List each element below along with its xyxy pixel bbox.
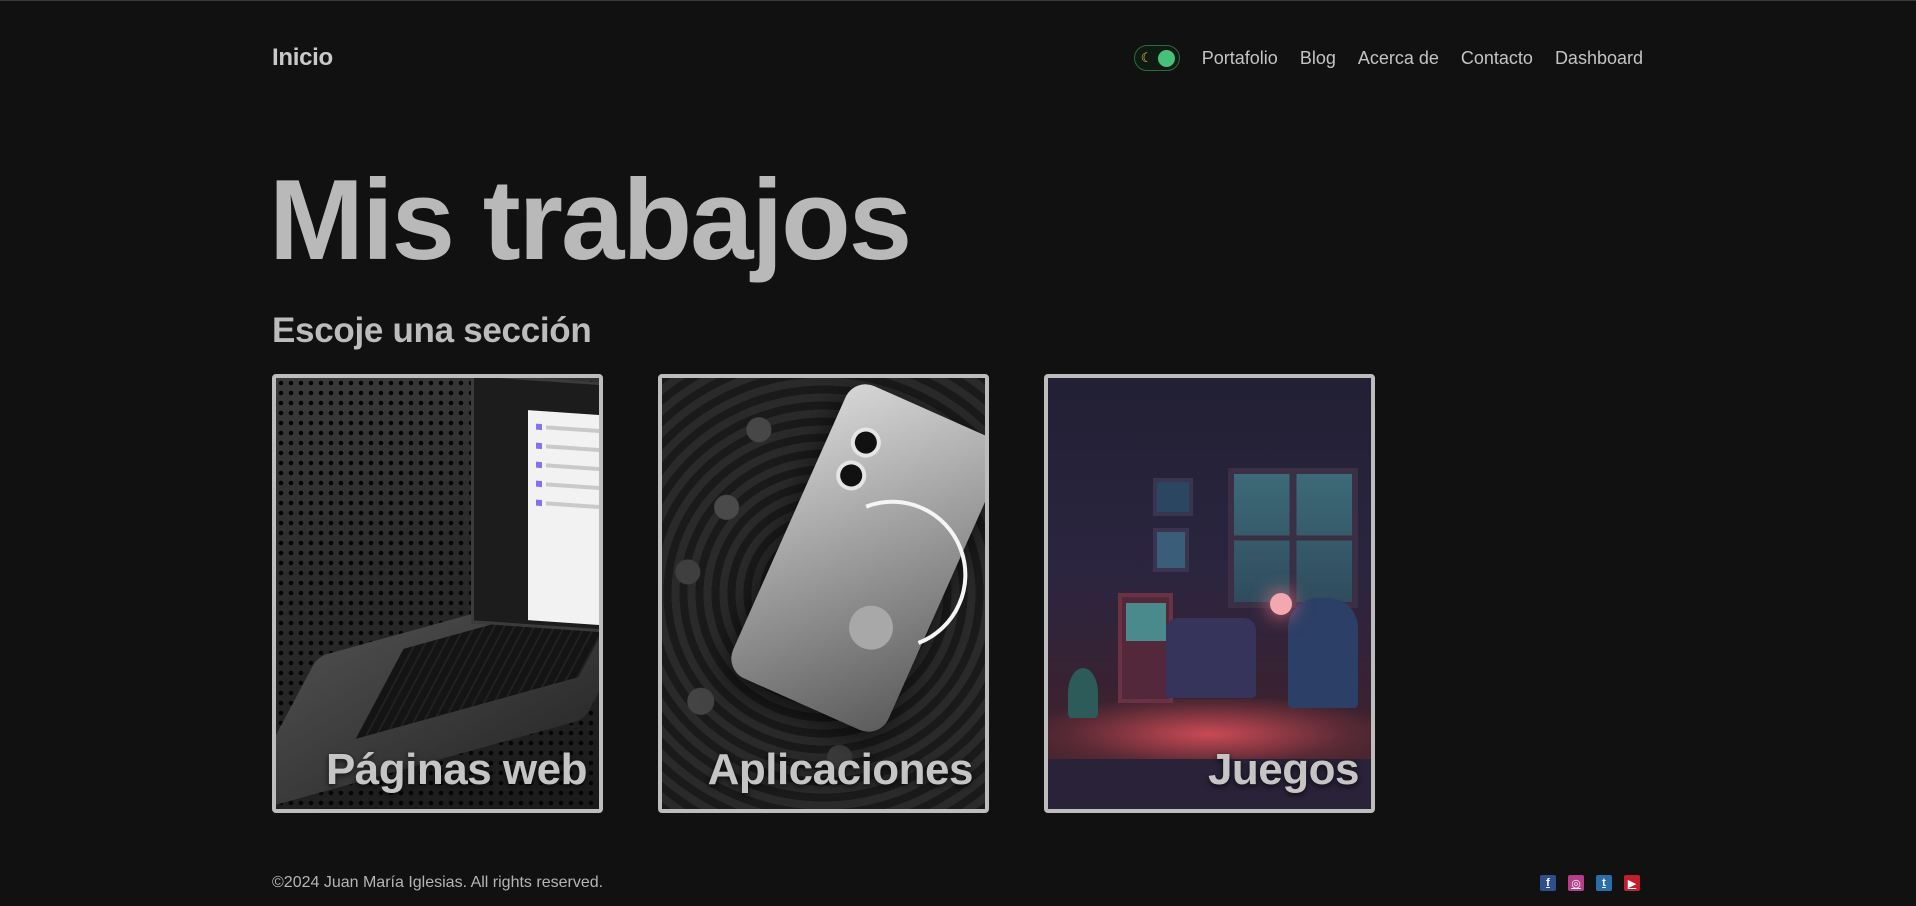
wall-frame	[1153, 478, 1193, 516]
nav-link-acerca-de[interactable]: Acerca de	[1358, 48, 1439, 69]
social-links: f ◎ t ▶	[1540, 875, 1640, 891]
brand-link-inicio[interactable]: Inicio	[272, 44, 333, 72]
page-title: Mis trabajos	[269, 157, 912, 284]
twitter-icon[interactable]: t	[1596, 875, 1612, 891]
youtube-icon[interactable]: ▶	[1624, 875, 1640, 891]
card-aplicaciones[interactable]: Aplicaciones	[658, 374, 989, 813]
nav-link-contacto[interactable]: Contacto	[1461, 48, 1533, 69]
nav-link-dashboard[interactable]: Dashboard	[1555, 48, 1643, 69]
room-window	[1228, 468, 1358, 608]
toggle-knob	[1157, 50, 1175, 67]
room-tv	[1118, 593, 1173, 703]
card-label: Aplicaciones	[707, 745, 974, 794]
card-label: Juegos	[1207, 745, 1360, 794]
facebook-icon[interactable]: f	[1540, 875, 1556, 891]
wall-frame	[1153, 528, 1189, 572]
top-navbar: Inicio ☾ Portafolio Blog Acerca de Conta…	[272, 41, 1643, 75]
card-label: Páginas web	[325, 745, 588, 794]
theme-toggle[interactable]: ☾	[1133, 45, 1180, 71]
section-subtitle: Escoje una sección	[272, 311, 592, 350]
card-juegos[interactable]: Juegos	[1044, 374, 1375, 813]
page-footer: ©2024 Juan María Iglesias. All rights re…	[272, 874, 1643, 892]
room-lamp	[1270, 593, 1292, 615]
room-armchair	[1166, 618, 1256, 698]
phone-device	[724, 378, 985, 739]
seated-person	[1288, 598, 1358, 708]
section-cards: Páginas web Aplicaciones Juegos	[272, 374, 1375, 813]
nav-link-portafolio[interactable]: Portafolio	[1202, 48, 1278, 69]
copyright-text: ©2024 Juan María Iglesias. All rights re…	[272, 874, 604, 891]
laptop-screen	[471, 378, 599, 633]
screen-panel	[528, 410, 599, 626]
card-paginas-web[interactable]: Páginas web	[272, 374, 603, 813]
nav-links: ☾ Portafolio Blog Acerca de Contacto Das…	[1133, 45, 1643, 71]
moon-icon: ☾	[1140, 50, 1153, 65]
instagram-icon[interactable]: ◎	[1568, 875, 1584, 891]
nav-link-blog[interactable]: Blog	[1300, 48, 1336, 69]
room-plant	[1068, 668, 1098, 718]
